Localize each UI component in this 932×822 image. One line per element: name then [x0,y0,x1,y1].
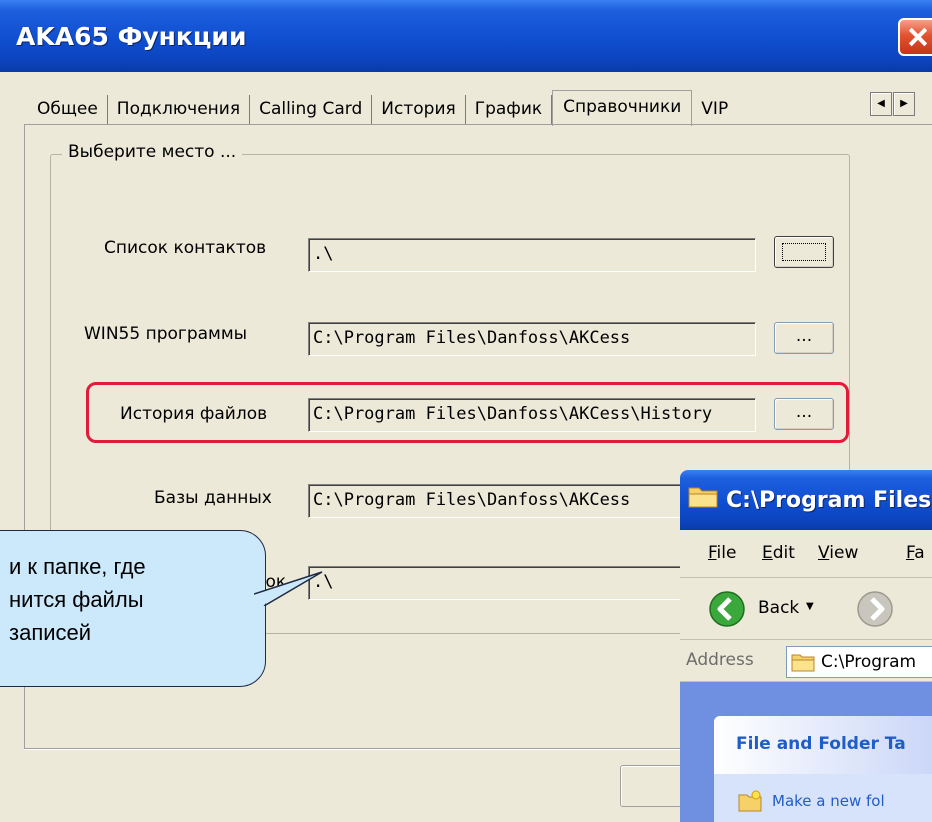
databases-label: Базы данных [154,488,272,508]
menu-view-accel: V [818,543,830,563]
menu-file-accel: F [708,543,717,563]
menu-edit[interactable]: Edit [762,543,795,563]
back-dropdown-icon[interactable]: ▼ [806,601,814,612]
address-label: Address [686,650,754,670]
close-button[interactable] [898,18,932,56]
tab-connections[interactable]: Подключения [108,95,251,124]
explorer-window: C:\Program Files File Edit View Fa Back … [680,470,932,822]
task-pane-title[interactable]: File and Folder Ta [736,734,906,754]
tab-strip: Общее Подключения Calling Card История Г… [28,84,737,126]
tab-schedule[interactable]: График [466,95,553,124]
toolbar: Back ▼ [680,578,932,640]
group-title: Выберите место ... [62,142,243,162]
address-input[interactable]: C:\Program [786,646,932,678]
menu-bar: File Edit View Fa [680,530,932,578]
address-bar: Address C:\Program [680,640,932,682]
menu-favorites-accel: F [906,543,915,563]
explorer-body: File and Folder Ta Make a new fol [680,682,932,822]
tab-vip[interactable]: VIP [692,95,737,124]
programs-label: WIN55 программы [84,324,248,344]
explorer-title: C:\Program Files [726,488,932,513]
address-folder-icon [791,654,815,672]
menu-view-rest: iew [829,543,859,563]
menu-file-rest: ile [716,543,737,563]
tab-scroll-buttons: ◀ ▶ [870,92,915,116]
callout-line-2: нится файлы [9,587,144,612]
folder-icon [688,487,718,508]
menu-favorites[interactable]: Fa [906,543,925,563]
new-folder-icon [738,790,762,812]
tab-directories[interactable]: Справочники [552,90,693,126]
back-label[interactable]: Back [758,598,799,618]
tab-history[interactable]: История [372,95,466,124]
menu-favorites-rest: a [914,543,925,563]
menu-edit-accel: E [762,543,773,563]
tab-general[interactable]: Общее [28,95,108,124]
forward-icon[interactable] [856,590,894,628]
make-new-folder-link[interactable]: Make a new fol [772,792,885,810]
menu-view[interactable]: View [818,543,858,563]
menu-edit-rest: dit [772,543,795,563]
programs-browse-button[interactable]: ... [774,322,834,354]
tab-scroll-right-icon[interactable]: ▶ [893,92,915,116]
explorer-title-bar: C:\Program Files [680,470,932,530]
back-icon[interactable] [708,590,746,628]
programs-path-field[interactable]: C:\Program Files\Danfoss\AKCess [308,322,756,356]
contacts-path-field[interactable]: .\ [308,238,756,272]
menu-file[interactable]: File [708,543,736,563]
highlight-box [86,382,849,443]
focus-rect [782,243,826,261]
contacts-label: Список контактов [104,238,267,258]
callout-bubble: и к папке, где нится файлы записей [0,530,266,687]
title-bar: AKA65 Функции [0,0,932,72]
callout-line-3: записей [9,620,92,645]
callout-tail [254,571,323,606]
address-value: C:\Program [821,652,917,672]
callout-line-1: и к папке, где [9,554,146,579]
tab-scroll-left-icon[interactable]: ◀ [870,92,892,116]
window-title: AKA65 Функции [16,22,247,51]
contacts-browse-button[interactable] [774,236,834,268]
tab-calling-card[interactable]: Calling Card [250,95,373,124]
